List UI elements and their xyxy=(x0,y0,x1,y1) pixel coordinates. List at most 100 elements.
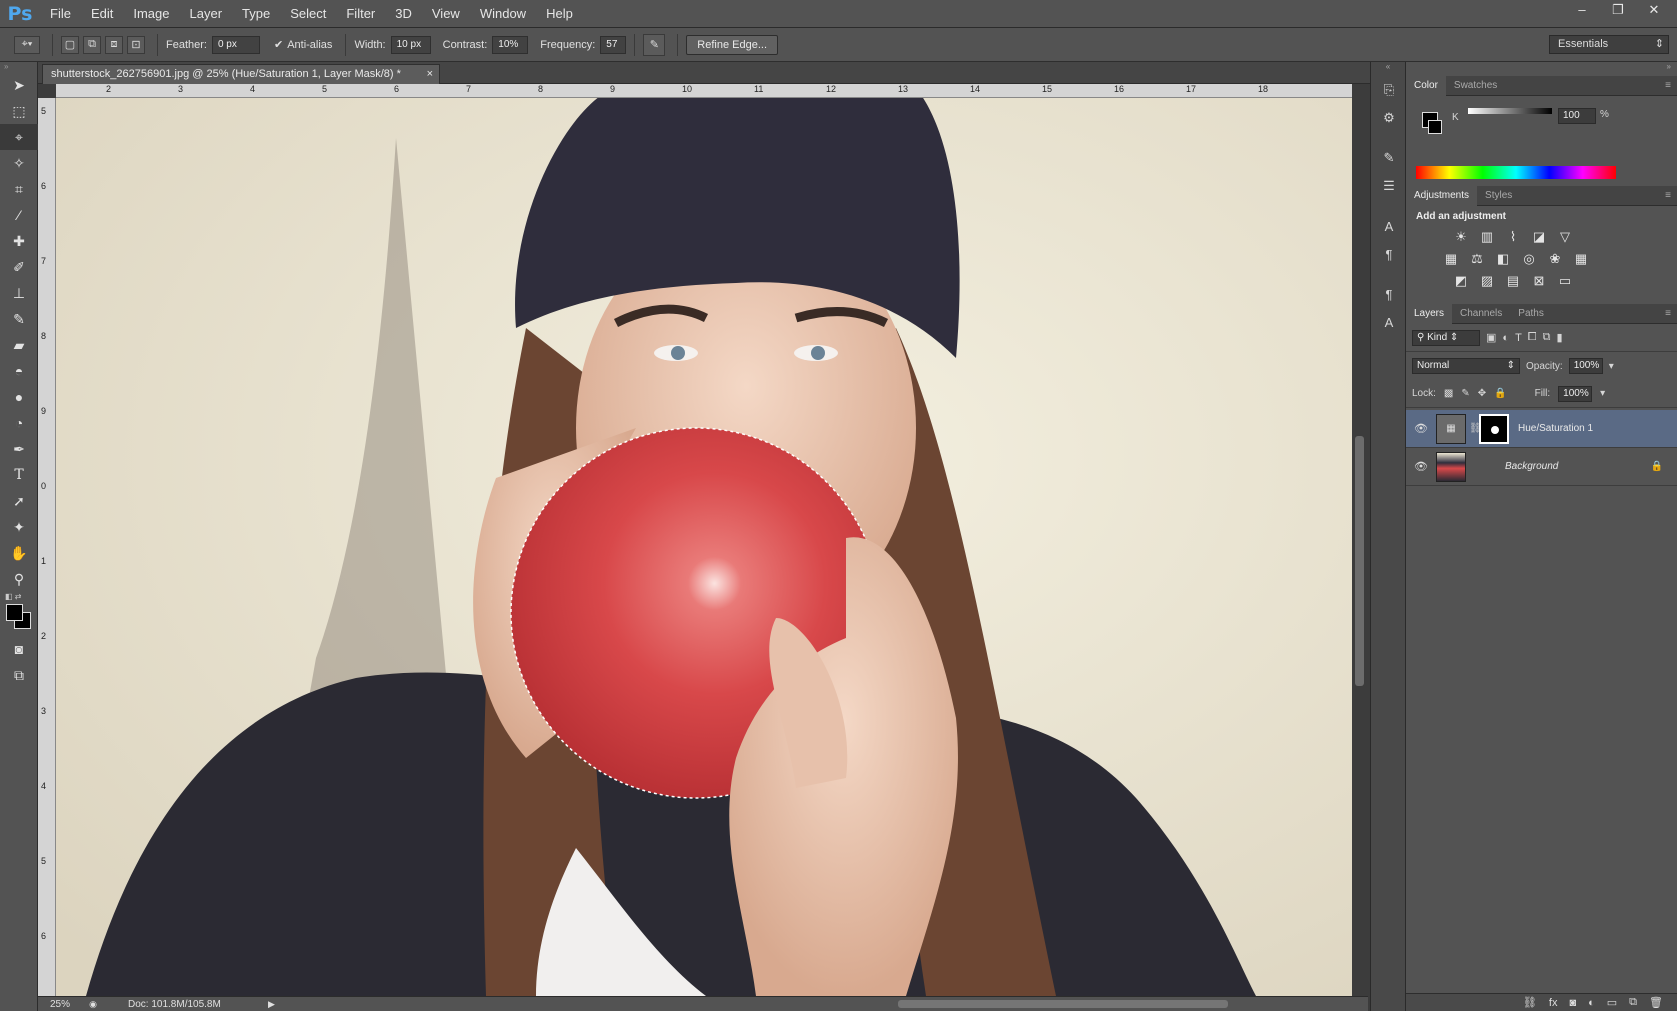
menu-3d[interactable]: 3D xyxy=(385,0,422,28)
tab-color[interactable]: Color xyxy=(1406,75,1446,96)
blur-tool-icon[interactable]: ● xyxy=(0,384,38,410)
custom-shape-tool-icon[interactable]: ✦ xyxy=(0,514,38,540)
color-balance-icon[interactable]: ⚖ xyxy=(1466,248,1488,270)
status-icon[interactable]: ◉ xyxy=(78,999,108,1010)
minimize-icon[interactable]: – xyxy=(1573,2,1591,18)
filter-type-icon[interactable]: T xyxy=(1515,332,1522,344)
filter-shape-icon[interactable]: ⧠ xyxy=(1528,331,1537,344)
hue-saturation-icon[interactable]: ▦ xyxy=(1440,248,1462,270)
link-icon[interactable]: ⛓ xyxy=(1469,423,1482,434)
document-tab[interactable]: shutterstock_262756901.jpg @ 25% (Hue/Sa… xyxy=(42,64,440,84)
menu-help[interactable]: Help xyxy=(536,0,583,28)
tab-adjustments[interactable]: Adjustments xyxy=(1406,185,1478,206)
default-colors-icon[interactable]: ◧ ⇄ xyxy=(5,592,21,601)
layer-row-background[interactable]: 👁 Background 🔒 xyxy=(1406,448,1677,486)
new-group-icon[interactable]: ▭ xyxy=(1607,996,1617,1009)
menu-type[interactable]: Type xyxy=(232,0,280,28)
threshold-icon[interactable]: ▤ xyxy=(1502,270,1524,292)
brightness-contrast-icon[interactable]: ☀ xyxy=(1450,226,1472,248)
screen-mode-icon[interactable]: ⧉ xyxy=(0,662,38,688)
tool-preset-icon[interactable]: ⌖▾ xyxy=(14,35,40,54)
link-layers-icon[interactable]: ⛓ xyxy=(1523,996,1537,1009)
trash-icon[interactable]: 🗑 xyxy=(1649,996,1663,1009)
collapse-icon[interactable]: » xyxy=(0,62,37,72)
color-ramp[interactable] xyxy=(1416,166,1616,179)
contrast-input[interactable]: 10% xyxy=(492,35,529,54)
document-canvas[interactable] xyxy=(56,98,1352,996)
status-menu-icon[interactable]: ▶ xyxy=(268,999,275,1010)
properties-panel-icon[interactable]: ⚙ xyxy=(1371,104,1407,132)
exposure-icon[interactable]: ◪ xyxy=(1528,226,1550,248)
background-color-swatch[interactable] xyxy=(1428,120,1442,134)
history-brush-tool-icon[interactable]: ✎ xyxy=(0,306,38,332)
layer-filter-select[interactable]: ⚲ Kind ⇕ xyxy=(1412,329,1480,346)
brush-presets-icon[interactable]: ☰ xyxy=(1371,172,1407,200)
vertical-scroll-thumb[interactable] xyxy=(1355,436,1364,686)
tab-paths[interactable]: Paths xyxy=(1510,304,1552,324)
tab-layers[interactable]: Layers xyxy=(1406,303,1453,324)
close-icon[interactable]: ✕ xyxy=(1645,2,1663,18)
color-swatches[interactable]: ◧ ⇄ xyxy=(0,592,38,636)
horizontal-scrollbar[interactable] xyxy=(278,997,1258,1011)
visibility-eye-icon[interactable]: 👁 xyxy=(1406,460,1436,473)
hand-tool-icon[interactable]: ✋ xyxy=(0,540,38,566)
selective-color-icon[interactable]: ⊠ xyxy=(1528,270,1550,292)
k-slider[interactable] xyxy=(1468,108,1552,114)
marquee-tool-icon[interactable]: ⬚ xyxy=(0,98,38,124)
frequency-input[interactable]: 57 xyxy=(600,35,627,54)
layer-name[interactable]: Background xyxy=(1505,461,1558,472)
add-mask-icon[interactable]: ◙ xyxy=(1569,997,1576,1009)
color-lookup-icon[interactable]: ▦ xyxy=(1570,248,1592,270)
close-tab-icon[interactable]: × xyxy=(427,65,433,83)
panel-menu-icon[interactable]: ≡ xyxy=(1665,308,1677,319)
brush-panel-icon[interactable]: ✎ xyxy=(1371,144,1407,172)
lock-pixels-icon[interactable]: ✎ xyxy=(1461,388,1469,399)
curves-icon[interactable]: ⌇ xyxy=(1502,226,1524,248)
menu-window[interactable]: Window xyxy=(470,0,536,28)
vertical-scrollbar[interactable] xyxy=(1352,84,1368,996)
layer-row-hue-saturation[interactable]: 👁 ▦ ⛓ Hue/Saturation 1 xyxy=(1406,410,1677,448)
gradient-map-icon[interactable]: ▭ xyxy=(1554,270,1576,292)
new-selection-icon[interactable]: ▢ xyxy=(61,35,79,54)
character-styles-icon[interactable]: A xyxy=(1371,308,1407,336)
healing-brush-tool-icon[interactable]: ✚ xyxy=(0,228,38,254)
paint-bucket-tool-icon[interactable]: ◓ xyxy=(0,358,38,384)
character-panel-icon[interactable]: A xyxy=(1371,212,1407,240)
paragraph-panel-icon[interactable]: ¶ xyxy=(1371,240,1407,268)
panel-menu-icon[interactable]: ≡ xyxy=(1665,190,1677,201)
menu-layer[interactable]: Layer xyxy=(180,0,233,28)
filter-smart-object-icon[interactable]: ⧉ xyxy=(1543,331,1551,344)
menu-image[interactable]: Image xyxy=(123,0,179,28)
zoom-level[interactable]: 25% xyxy=(38,999,78,1010)
fill-dropdown-icon[interactable]: ▾ xyxy=(1600,388,1605,399)
panel-menu-icon[interactable]: ≡ xyxy=(1665,80,1677,91)
width-input[interactable]: 10 px xyxy=(390,35,431,54)
fill-input[interactable]: 100% xyxy=(1558,385,1593,402)
brush-tool-icon[interactable]: ✐ xyxy=(0,254,38,280)
path-selection-tool-icon[interactable]: ➚ xyxy=(0,488,38,514)
lock-transparent-icon[interactable]: ▩ xyxy=(1444,388,1453,399)
k-value-input[interactable]: 100 xyxy=(1558,108,1596,124)
opacity-dropdown-icon[interactable]: ▾ xyxy=(1609,361,1614,372)
subtract-selection-icon[interactable]: ⧈ xyxy=(105,35,123,54)
history-panel-icon[interactable]: ⎘ xyxy=(1371,76,1407,104)
lock-all-icon[interactable]: 🔒 xyxy=(1494,388,1506,399)
photo-filter-icon[interactable]: ◎ xyxy=(1518,248,1540,270)
horizontal-scroll-thumb[interactable] xyxy=(898,1000,1228,1008)
filter-pixel-icon[interactable]: ▣ xyxy=(1486,331,1496,344)
paragraph-styles-icon[interactable]: ¶ xyxy=(1371,280,1407,308)
workspace-select[interactable]: Essentials ⇕ xyxy=(1549,35,1669,54)
new-adjustment-icon[interactable]: ◐ xyxy=(1588,997,1595,1009)
invert-icon[interactable]: ◩ xyxy=(1450,270,1472,292)
filter-adjustment-icon[interactable]: ◐ xyxy=(1502,332,1509,344)
eraser-tool-icon[interactable]: ▰ xyxy=(0,332,38,358)
dodge-tool-icon[interactable]: ◔ xyxy=(0,410,38,436)
zoom-tool-icon[interactable]: ⚲ xyxy=(0,566,38,592)
tab-swatches[interactable]: Swatches xyxy=(1446,76,1505,96)
expand-panels-icon[interactable]: « xyxy=(1371,62,1405,76)
type-tool-icon[interactable]: T xyxy=(0,462,38,488)
intersect-selection-icon[interactable]: ⊡ xyxy=(127,35,145,54)
tab-channels[interactable]: Channels xyxy=(1452,304,1510,324)
pen-tool-icon[interactable]: ✒ xyxy=(0,436,38,462)
menu-select[interactable]: Select xyxy=(280,0,336,28)
